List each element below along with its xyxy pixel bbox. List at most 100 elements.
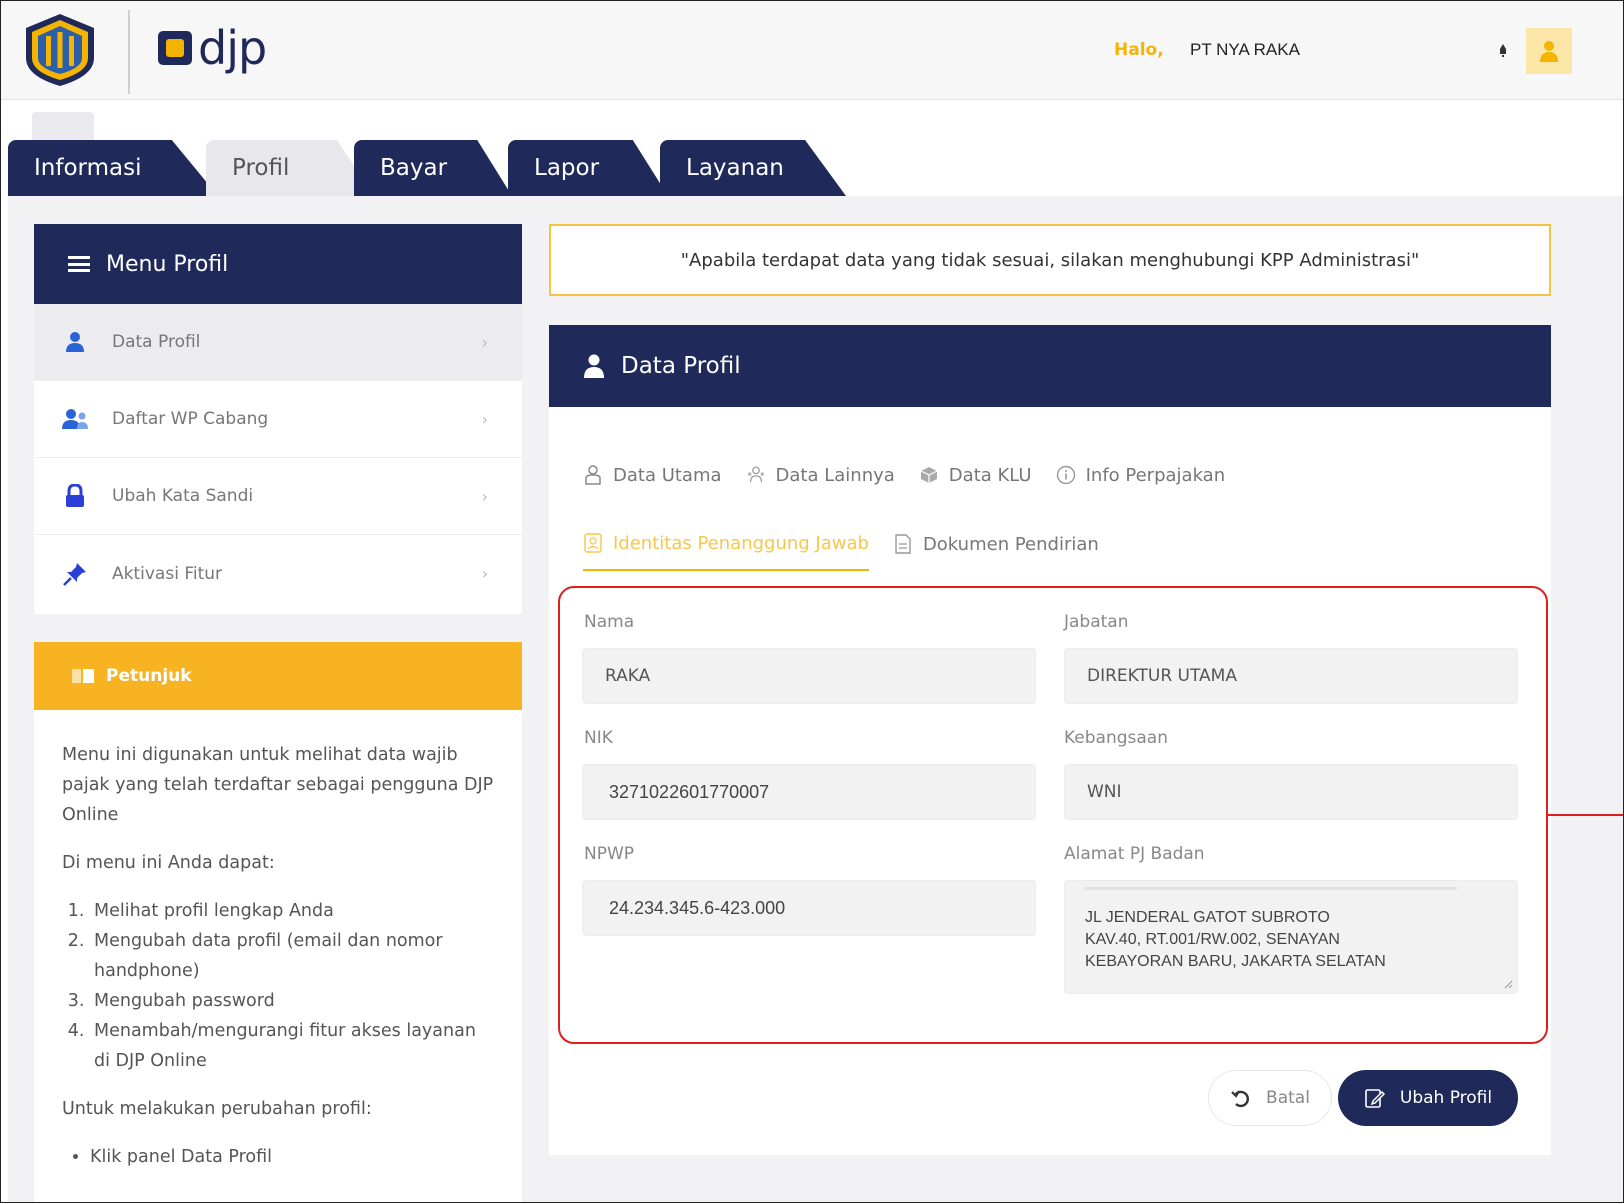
nik-field[interactable]: 3271022601770007 xyxy=(582,764,1036,820)
alamat-textarea[interactable]: JL JENDERAL GATOT SUBROTO KAV.40, RT.001… xyxy=(1064,880,1518,994)
document-icon xyxy=(893,534,913,554)
notice-text: "Apabila terdapat data yang tidak sesuai… xyxy=(680,249,1420,271)
chevron-right-icon: › xyxy=(481,409,488,429)
sidebar-item-label: Data Profil xyxy=(112,332,201,352)
npwp-field[interactable]: 24.234.345.6-423.000 xyxy=(582,880,1036,936)
subtab-data-utama[interactable]: Data Utama xyxy=(583,455,722,495)
sidebar-item-aktivasi-fitur[interactable]: Aktivasi Fitur › xyxy=(34,535,522,612)
kebangsaan-field[interactable]: WNI xyxy=(1064,764,1518,820)
subtab-label: Info Perpajakan xyxy=(1085,464,1226,486)
edit-profile-button[interactable]: Ubah Profil xyxy=(1338,1070,1518,1126)
hint-list-item: Mengubah data profil (email dan nomor ha… xyxy=(90,926,494,986)
alamat-line: JL JENDERAL GATOT SUBROTO xyxy=(1085,909,1330,926)
undo-icon xyxy=(1231,1090,1250,1108)
hint-body: Menu ini digunakan untuk melihat data wa… xyxy=(34,710,522,1172)
jabatan-value: DIREKTUR UTAMA xyxy=(1087,666,1237,686)
alamat-label: Alamat PJ Badan xyxy=(1064,844,1205,864)
top-header: djp Halo, PT NYA RAKA xyxy=(0,0,1624,100)
box-icon xyxy=(919,465,939,485)
tab-label: Profil xyxy=(232,155,290,181)
kebangsaan-value: WNI xyxy=(1087,782,1122,802)
info-icon xyxy=(1056,465,1076,485)
notification-icon[interactable] xyxy=(1496,42,1510,58)
tab-informasi[interactable]: Informasi xyxy=(8,140,218,196)
hint-list-item: Menambah/mengurangi fitur akses layanan … xyxy=(90,1016,494,1076)
id-card-icon xyxy=(583,533,603,553)
djp-logo-text: djp xyxy=(198,21,267,75)
hamburger-icon xyxy=(68,256,90,272)
cancel-button-label: Batal xyxy=(1266,1088,1310,1108)
nik-label: NIK xyxy=(584,728,613,748)
profile-menu-card: Menu Profil Data Profil › Daftar WP Caba… xyxy=(34,224,522,614)
hint-list: Melihat profil lengkap Anda Mengubah dat… xyxy=(90,896,494,1076)
subtab-label: Dokumen Pendirian xyxy=(922,533,1099,555)
nama-label: Nama xyxy=(584,612,635,632)
data-profil-header: Data Profil xyxy=(549,325,1551,407)
profile-menu-header: Menu Profil xyxy=(34,224,522,304)
users-icon xyxy=(60,406,90,432)
avatar[interactable] xyxy=(1526,28,1572,74)
user-icon xyxy=(60,329,90,355)
nama-field[interactable]: RAKA xyxy=(582,648,1036,704)
subtab-label: Data Utama xyxy=(613,464,722,486)
lock-icon xyxy=(60,483,90,509)
sidebar-item-data-profil[interactable]: Data Profil › xyxy=(34,304,522,381)
greeting-label: Halo, xyxy=(1114,40,1164,60)
subtab-info-perpajakan[interactable]: Info Perpajakan xyxy=(1056,455,1226,495)
tab-label: Informasi xyxy=(34,155,142,181)
chevron-right-icon: › xyxy=(481,486,488,506)
subtabs-row-2: Identitas Penanggung Jawab Dokumen Pendi… xyxy=(583,517,1123,571)
user-name: PT NYA RAKA xyxy=(1190,40,1300,59)
sidebar-item-label: Daftar WP Cabang xyxy=(112,409,269,429)
user-outline-icon xyxy=(583,465,603,485)
card-title: Data Profil xyxy=(621,353,741,379)
edit-icon xyxy=(1365,1089,1385,1108)
sidebar-item-daftar-wp-cabang[interactable]: Daftar WP Cabang › xyxy=(34,381,522,458)
tab-lapor[interactable]: Lapor xyxy=(508,140,668,196)
tab-label: Layanan xyxy=(686,155,784,181)
subtab-label: Data KLU xyxy=(948,464,1032,486)
npwp-value: 24.234.345.6-423.000 xyxy=(609,897,786,918)
subtabs-row-1: Data Utama Data Lainnya Data KLU Info Pe… xyxy=(583,455,1249,495)
subtab-identitas-penanggung-jawab[interactable]: Identitas Penanggung Jawab xyxy=(583,517,869,571)
tab-label: Bayar xyxy=(380,155,448,181)
pin-icon xyxy=(60,561,90,587)
resize-handle-icon[interactable] xyxy=(1503,979,1513,989)
hint-can-do: Di menu ini Anda dapat: xyxy=(62,853,275,873)
kemenkeu-seal-logo xyxy=(26,14,94,86)
hint-list-item: Melihat profil lengkap Anda xyxy=(90,896,494,926)
jabatan-field[interactable]: DIREKTUR UTAMA xyxy=(1064,648,1518,704)
sidebar-item-label: Ubah Kata Sandi xyxy=(112,486,254,506)
edit-profile-button-label: Ubah Profil xyxy=(1399,1088,1493,1108)
hint-steps: Klik panel Data Profil xyxy=(90,1142,494,1172)
djp-logo[interactable]: djp xyxy=(158,18,267,78)
menu-title: Menu Profil xyxy=(106,251,229,277)
highlight-connector-line xyxy=(1548,814,1624,816)
hint-change-intro: Untuk melakukan perubahan profil: xyxy=(62,1099,372,1119)
subtab-data-klu[interactable]: Data KLU xyxy=(919,455,1032,495)
chevron-right-icon: › xyxy=(481,332,488,352)
tab-bayar[interactable]: Bayar xyxy=(354,140,512,196)
hint-header: Petunjuk xyxy=(34,642,522,710)
alamat-line: KEBAYORAN BARU, JAKARTA SELATAN xyxy=(1085,953,1386,970)
cancel-button[interactable]: Batal xyxy=(1208,1070,1332,1126)
users-outline-icon xyxy=(746,465,766,485)
main-tabbar: Informasi Profil Bayar Lapor Layanan xyxy=(0,100,1624,196)
alamat-line: KAV.40, RT.001/RW.002, SENAYAN xyxy=(1085,931,1340,948)
subtab-dokumen-pendirian[interactable]: Dokumen Pendirian xyxy=(893,517,1099,571)
npwp-label: NPWP xyxy=(584,844,635,864)
chevron-right-icon: › xyxy=(481,564,488,583)
hint-title: Petunjuk xyxy=(106,666,192,686)
tab-layanan[interactable]: Layanan xyxy=(660,140,846,196)
book-icon xyxy=(72,669,94,683)
hint-step: Klik panel Data Profil xyxy=(90,1142,494,1172)
user-avatar-icon xyxy=(1540,41,1558,62)
tab-profil[interactable]: Profil xyxy=(206,140,374,196)
kebangsaan-label: Kebangsaan xyxy=(1064,728,1169,748)
notice-banner: "Apabila terdapat data yang tidak sesuai… xyxy=(549,224,1551,296)
djp-logo-mark xyxy=(158,31,192,65)
hint-card: Petunjuk Menu ini digunakan untuk meliha… xyxy=(34,642,522,1203)
sidebar-item-ubah-kata-sandi[interactable]: Ubah Kata Sandi › xyxy=(34,458,522,535)
subtab-data-lainnya[interactable]: Data Lainnya xyxy=(746,455,895,495)
header-divider xyxy=(128,10,130,94)
